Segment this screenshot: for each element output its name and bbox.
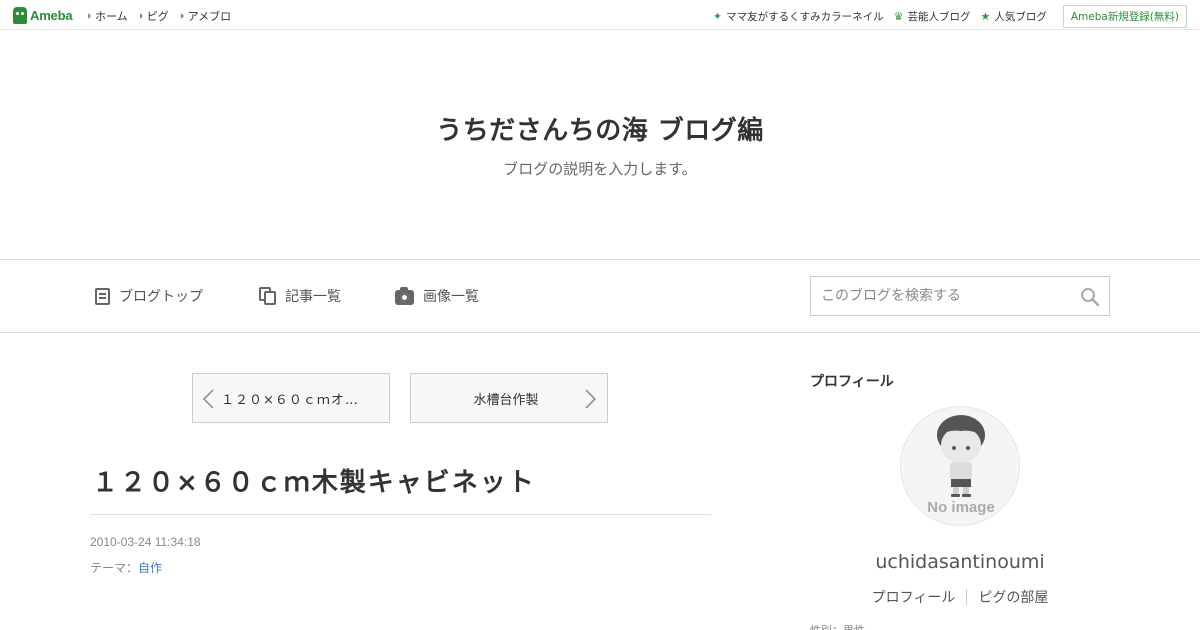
no-image-text: No image	[927, 499, 995, 516]
star-icon: ★	[980, 10, 991, 23]
blog-title[interactable]: うちださんちの海 ブログ編	[0, 110, 1200, 147]
nav-image-list[interactable]: 画像一覧	[395, 286, 479, 306]
nav-entry-list-label: 記事一覧	[285, 289, 341, 305]
logo-text: Ameba	[30, 7, 73, 23]
blog-nav: ブログトップ 記事一覧 画像一覧	[0, 259, 1200, 333]
top-nav-ameblo[interactable]: アメブロ	[180, 8, 232, 24]
avatar[interactable]: No image	[900, 406, 1020, 526]
camera-icon	[395, 286, 414, 305]
top-nav-label: アメブロ	[187, 10, 232, 23]
chevron-left-icon	[202, 389, 214, 409]
profile-link[interactable]: プロフィール	[861, 587, 967, 607]
nav-image-list-label: 画像一覧	[423, 289, 479, 305]
profile-links: プロフィール ピグの部屋	[810, 587, 1110, 607]
copy-icon	[259, 287, 276, 305]
ameba-logo[interactable]: Ameba	[13, 6, 73, 24]
blog-search	[810, 276, 1110, 316]
search-icon[interactable]	[1080, 287, 1100, 307]
profile-detail-cutoff: 性別：男性	[810, 622, 865, 630]
register-button[interactable]: Ameba新規登録(無料)	[1062, 5, 1187, 28]
top-right-links: ✦ ママ友がするくすみカラーネイル ♛ 芸能人ブログ ★ 人気ブログ Ameba新規登…	[713, 5, 1187, 28]
crown-icon: ♛	[893, 10, 904, 23]
chevron-right-icon	[585, 389, 597, 409]
search-input[interactable]	[811, 277, 1071, 315]
celebrity-blog-link[interactable]: ♛ 芸能人ブログ	[894, 9, 971, 24]
profile-name[interactable]: uchidasantinoumi	[810, 551, 1110, 573]
prev-entry-button[interactable]: １２０×６０ｃｍオ…	[192, 373, 390, 423]
top-nav-pigg[interactable]: ピグ	[139, 8, 169, 24]
entry-theme: テーマ：自作	[90, 559, 162, 576]
nav-blog-top-label: ブログトップ	[119, 289, 203, 305]
ameba-logo-icon	[13, 6, 27, 24]
triangle-right-icon	[180, 13, 184, 19]
nav-blog-top[interactable]: ブログトップ	[95, 286, 203, 306]
profile-heading: プロフィール	[810, 374, 894, 390]
entry-divider	[90, 514, 711, 515]
document-icon	[95, 287, 110, 305]
blog-header: うちださんちの海 ブログ編 ブログの説明を入力します。	[0, 30, 1200, 259]
celebrity-blog-label: 芸能人ブログ	[907, 11, 971, 23]
next-entry-button[interactable]: 水槽台作製	[410, 373, 608, 423]
entry-title[interactable]: １２０×６０ｃｍ木製キャビネット	[92, 462, 536, 499]
pigg-room-link[interactable]: ピグの部屋	[967, 587, 1059, 607]
top-bar: Ameba ホーム ピグ アメブロ ✦ ママ友がするくすみカラーネイル ♛ 芸能人ブ…	[0, 0, 1200, 30]
prev-entry-label: １２０×６０ｃｍオ…	[221, 392, 359, 408]
top-nav-label: ホーム	[95, 10, 128, 23]
theme-prefix: テーマ：	[90, 561, 139, 575]
nav-entry-list[interactable]: 記事一覧	[259, 286, 341, 306]
triangle-right-icon	[139, 13, 143, 19]
blog-description: ブログの説明を入力します。	[503, 160, 697, 178]
top-nav-label: ピグ	[146, 10, 169, 23]
star-icon: ✦	[712, 10, 723, 23]
triangle-right-icon	[88, 13, 91, 19]
popular-blog-link[interactable]: ★ 人気ブログ	[980, 9, 1046, 24]
trend-link[interactable]: ✦ ママ友がするくすみカラーネイル	[713, 9, 884, 24]
theme-link[interactable]: 自作	[138, 561, 162, 575]
trend-link-label: ママ友がするくすみカラーネイル	[726, 11, 884, 23]
entry-date: 2010-03-24 11:34:18	[90, 535, 201, 549]
top-nav: ホーム ピグ アメブロ	[88, 8, 231, 24]
popular-blog-label: 人気ブログ	[994, 11, 1047, 23]
top-nav-home[interactable]: ホーム	[88, 8, 128, 24]
next-entry-label: 水槽台作製	[473, 392, 539, 408]
